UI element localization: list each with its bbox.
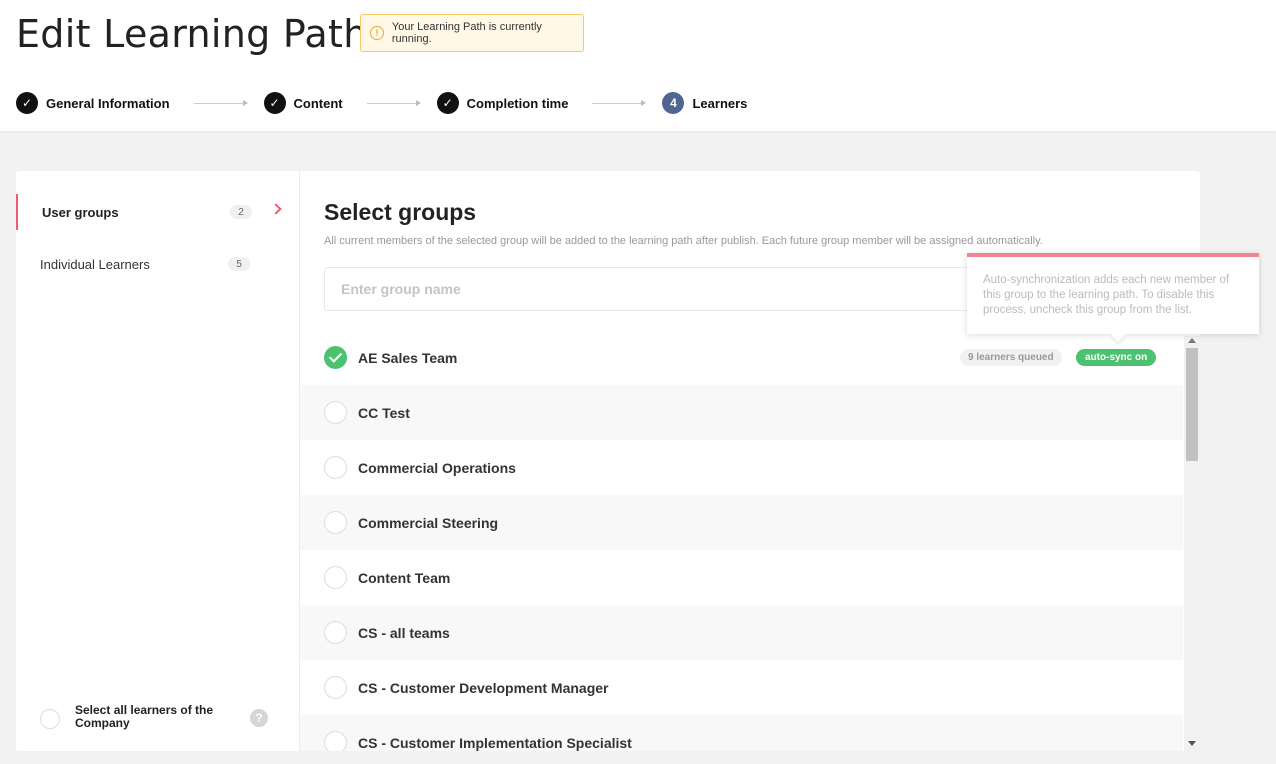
sidebar: User groups 2 Individual Learners 5 Sele… xyxy=(16,171,300,751)
section-description: All current members of the selected grou… xyxy=(324,235,1043,247)
checkmark-icon: ✓ xyxy=(16,92,38,114)
group-name: CS - Customer Implementation Specialist xyxy=(358,734,632,751)
group-name: Content Team xyxy=(358,569,451,586)
group-name: CS - all teams xyxy=(358,624,450,641)
step-completion-time[interactable]: ✓ Completion time xyxy=(436,92,569,114)
group-row-cs-customer-development-manager[interactable]: CS - Customer Development Manager xyxy=(300,660,1183,715)
sidebar-item-individual-learners[interactable]: Individual Learners 5 xyxy=(16,246,300,282)
stepper: ✓ General Information ✓ Content ✓ Comple… xyxy=(16,91,747,115)
step-label: Learners xyxy=(692,95,748,111)
group-name: CS - Customer Development Manager xyxy=(358,679,609,696)
select-all-learners[interactable]: Select all learners of the Company ? xyxy=(40,704,280,734)
group-row-cc-test[interactable]: CC Test xyxy=(300,385,1183,440)
group-checkbox-checked[interactable] xyxy=(324,346,347,369)
group-row-commercial-operations[interactable]: Commercial Operations xyxy=(300,440,1183,495)
checkmark-icon: ✓ xyxy=(436,92,459,114)
select-all-label: Select all learners of the Company xyxy=(75,703,214,730)
step-content[interactable]: ✓ Content xyxy=(263,92,343,114)
list-scrollbar[interactable] xyxy=(1184,336,1200,751)
info-icon: ! xyxy=(370,26,384,40)
group-checkbox[interactable] xyxy=(324,511,347,534)
group-name: CC Test xyxy=(358,404,410,421)
auto-sync-badge[interactable]: auto-sync on xyxy=(1076,349,1157,366)
arrow-right-icon xyxy=(592,99,647,106)
group-checkbox[interactable] xyxy=(324,456,347,479)
step-label: Content xyxy=(293,95,343,111)
help-icon[interactable]: ? xyxy=(250,709,268,727)
group-row-cs-all-teams[interactable]: CS - all teams xyxy=(300,605,1183,660)
running-status-text: Your Learning Path is currently running. xyxy=(391,21,542,45)
group-row-cs-customer-implementation-specialist[interactable]: CS - Customer Implementation Specialist xyxy=(300,715,1183,751)
sidebar-item-label: User groups xyxy=(42,204,119,220)
page-title: Edit Learning Path xyxy=(16,12,368,56)
select-all-radio[interactable] xyxy=(40,709,60,729)
group-row-ae-sales-team[interactable]: AE Sales Team 9 learners queued auto-syn… xyxy=(300,330,1183,385)
step-label: Completion time xyxy=(466,95,569,111)
sidebar-item-label: Individual Learners xyxy=(40,256,150,272)
auto-sync-tooltip: Auto-synchronization adds each new membe… xyxy=(967,253,1259,334)
running-status-notice: ! Your Learning Path is currently runnin… xyxy=(360,14,584,52)
arrow-right-icon xyxy=(366,99,421,106)
group-list: AE Sales Team 9 learners queued auto-syn… xyxy=(300,330,1183,751)
scroll-thumb[interactable] xyxy=(1186,348,1198,461)
group-row-content-team[interactable]: Content Team xyxy=(300,550,1183,605)
scroll-up-icon[interactable] xyxy=(1188,338,1196,343)
scroll-down-icon[interactable] xyxy=(1188,741,1196,746)
step-general-information[interactable]: ✓ General Information xyxy=(16,92,170,114)
step-label: General Information xyxy=(46,95,170,111)
group-row-commercial-steering[interactable]: Commercial Steering xyxy=(300,495,1183,550)
step-learners[interactable]: 4 Learners xyxy=(662,92,747,114)
checkmark-icon: ✓ xyxy=(263,92,286,114)
group-checkbox[interactable] xyxy=(324,566,347,589)
group-checkbox[interactable] xyxy=(324,731,347,751)
chevron-right-icon xyxy=(270,203,282,215)
group-name: AE Sales Team xyxy=(358,349,458,366)
step-number: 4 xyxy=(662,92,685,114)
sidebar-item-user-groups[interactable]: User groups 2 xyxy=(16,194,300,230)
group-checkbox[interactable] xyxy=(324,621,347,644)
count-badge: 5 xyxy=(228,257,250,271)
group-checkbox[interactable] xyxy=(324,676,347,699)
top-header: Edit Learning Path ! Your Learning Path … xyxy=(0,0,1276,131)
section-title: Select groups xyxy=(324,199,477,225)
group-checkbox[interactable] xyxy=(324,401,347,424)
group-name: Commercial Operations xyxy=(358,459,516,476)
learners-queued-badge: 9 learners queued xyxy=(960,349,1062,366)
count-badge: 2 xyxy=(230,205,252,219)
group-name: Commercial Steering xyxy=(358,514,499,531)
arrow-right-icon xyxy=(193,99,248,106)
